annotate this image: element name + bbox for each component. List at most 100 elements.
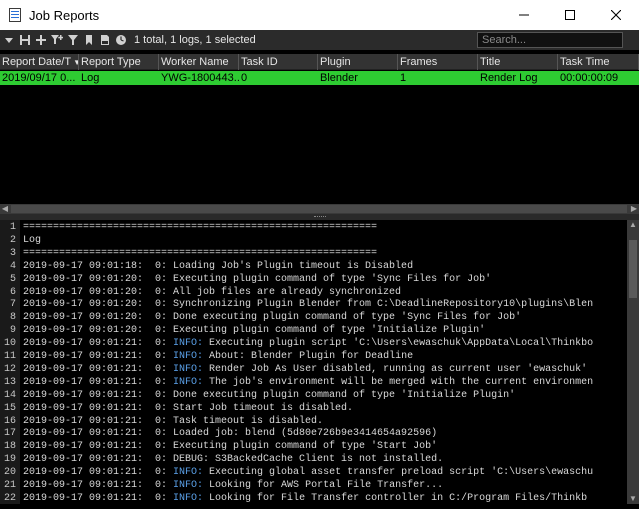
scroll-up-arrow-icon[interactable]: ▲ [627,220,639,230]
column-header-frames[interactable]: Frames [398,54,478,70]
save-icon[interactable] [18,33,32,47]
log-info-tag: INFO: [173,376,204,388]
job-reports-app-icon [7,7,23,23]
log-line-text: 2019-09-17 09:01:20: 0: Executing plugin… [23,273,492,285]
log-line: 14 2019-09-17 09:01:21: 0: Done executing… [0,390,627,403]
log-line-prefix: 2019-09-17 09:01:21: 0: [23,492,174,504]
document-icon[interactable] [98,33,112,47]
log-line-number: 13 [3,376,16,388]
log-line-text: 2019-09-17 09:01:21: 0: Loaded job: blen… [23,428,438,440]
log-line-number: 1 [9,222,16,233]
close-icon [611,10,621,20]
cell-plugin: Blender [320,72,358,84]
log-line-text: Looking for AWS Portal File Transfer... [203,480,444,491]
add-icon[interactable] [34,33,48,47]
log-info-tag: INFO: [173,467,204,479]
log-line-number: 12 [3,363,16,375]
grip-icon [314,216,326,218]
scroll-right-arrow-icon[interactable]: ▶ [629,204,639,214]
log-line-number: 6 [9,286,16,298]
log-line-text: Executing global asset transfer preload … [203,467,594,479]
close-button[interactable] [593,0,639,30]
bookmark-icon[interactable] [82,33,96,47]
log-line-text: 2019-09-17 09:01:21: 0: Task timeout is … [23,415,324,427]
job-reports-table: Report Date/T▼ Report Type Worker Name T… [0,54,639,204]
menu-dropdown-icon[interactable] [2,33,16,47]
column-header-worker-name[interactable]: Worker Name [159,54,239,70]
column-header-report-date[interactable]: Report Date/T▼ [0,54,79,70]
log-line-number: 8 [9,312,16,324]
minimize-button[interactable] [501,0,547,30]
log-line: 2 Log [0,235,627,248]
window-title: Job Reports [29,7,100,23]
log-line-number: 14 [3,389,16,401]
clock-icon[interactable] [114,33,128,47]
scroll-down-arrow-icon[interactable]: ▼ [627,494,639,504]
log-vertical-scrollbar[interactable]: ▲ ▼ [627,220,639,504]
log-line: 21 2019-09-17 09:01:21: 0: INFO: Looking … [0,480,627,493]
cell-task-time: 00:00:00:09 [560,72,619,84]
log-line-text: 2019-09-17 09:01:21: 0: Executing plugin… [23,441,438,453]
log-line: 16 2019-09-17 09:01:21: 0: Task timeout i… [0,416,627,429]
column-header-task-time[interactable]: Task Time [558,54,639,70]
column-header-title[interactable]: Title [478,54,558,70]
log-info-tag: INFO: [173,338,204,350]
log-line: 20 2019-09-17 09:01:21: 0: INFO: Executin… [0,467,627,480]
cell-task-id: 0 [241,72,248,84]
log-line-text: 2019-09-17 09:01:21: 0: Done executing p… [23,389,516,401]
table-header: Report Date/T▼ Report Type Worker Name T… [0,54,639,70]
table-row[interactable]: 2019/09/17 0... Log YWG-1800443... 0 Ble… [0,71,639,85]
log-line-number: 4 [9,260,16,272]
log-line-number: 15 [3,402,16,414]
log-line-prefix: 2019-09-17 09:01:21: 0: [23,467,174,479]
log-line-text: 2019-09-17 09:01:21: 0: Start Job timeou… [23,402,354,414]
scroll-left-arrow-icon[interactable]: ◀ [0,204,10,214]
log-line-prefix: 2019-09-17 09:01:21: 0: [23,376,174,388]
log-line-number: 20 [3,467,16,479]
cell-report-date: 2019/09/17 0... [2,72,76,84]
log-line: 1 =======================================… [0,222,627,235]
cell-worker-name: YWG-1800443... [161,72,239,84]
maximize-button[interactable] [547,0,593,30]
log-line-prefix: 2019-09-17 09:01:21: 0: [23,480,174,491]
log-line-text: Log [23,234,42,246]
log-line-number: 16 [3,415,16,427]
column-header-plugin[interactable]: Plugin [318,54,398,70]
log-line-text: 2019-09-17 09:01:20: 0: All job files ar… [23,286,402,298]
log-line-text: 2019-09-17 09:01:18: 0: Loading Job's Pl… [23,260,414,272]
toolbar: 1 total, 1 logs, 1 selected [0,30,639,50]
log-line-text: The job's environment will be merged wit… [203,376,594,388]
log-line-text: Render Job As User disabled, running as … [203,363,588,375]
filter-add-icon[interactable] [50,33,64,47]
log-line-prefix: 2019-09-17 09:01:21: 0: [23,338,174,350]
log-line-text: 2019-09-17 09:01:20: 0: Synchronizing Pl… [23,299,594,311]
log-line-number: 18 [3,441,16,453]
log-line-prefix: 2019-09-17 09:01:21: 0: [23,363,174,375]
log-line: 13 2019-09-17 09:01:21: 0: INFO: The job'… [0,377,627,390]
log-line-number: 22 [3,492,16,504]
log-line-text: Executing plugin script 'C:\Users\ewasch… [203,338,594,350]
filter-icon[interactable] [66,33,80,47]
scrollbar-thumb[interactable] [11,205,627,213]
log-line: 12 2019-09-17 09:01:21: 0: INFO: Render J… [0,364,627,377]
column-header-task-id[interactable]: Task ID [239,54,318,70]
column-header-report-type[interactable]: Report Type [79,54,159,70]
log-line-text: 2019-09-17 09:01:21: 0: DEBUG: S3BackedC… [23,454,444,466]
log-info-tag: INFO: [173,492,204,504]
log-line: 11 2019-09-17 09:01:21: 0: INFO: About: B… [0,351,627,364]
cell-report-type: Log [81,72,100,84]
log-viewer[interactable]: 1 =======================================… [0,220,627,504]
log-line: 6 2019-09-17 09:01:20: 0: All job files a… [0,287,627,300]
title-bar: Job Reports [0,0,639,30]
scrollbar-thumb[interactable] [629,240,637,298]
log-line-text: 2019-09-17 09:01:20: 0: Done executing p… [23,312,522,324]
log-line-text: 2019-09-17 09:01:20: 0: Executing plugin… [23,325,486,337]
search-input[interactable] [477,32,623,48]
selection-summary: 1 total, 1 logs, 1 selected [134,34,256,46]
cell-title: Render Log [480,72,538,84]
log-line-text: ========================================… [23,222,378,233]
log-line-text: About: Blender Plugin for Deadline [203,351,414,362]
log-info-tag: INFO: [173,363,204,375]
table-horizontal-scrollbar[interactable]: ◀ ▶ [0,204,639,214]
log-line: 10 2019-09-17 09:01:21: 0: INFO: Executin… [0,338,627,351]
